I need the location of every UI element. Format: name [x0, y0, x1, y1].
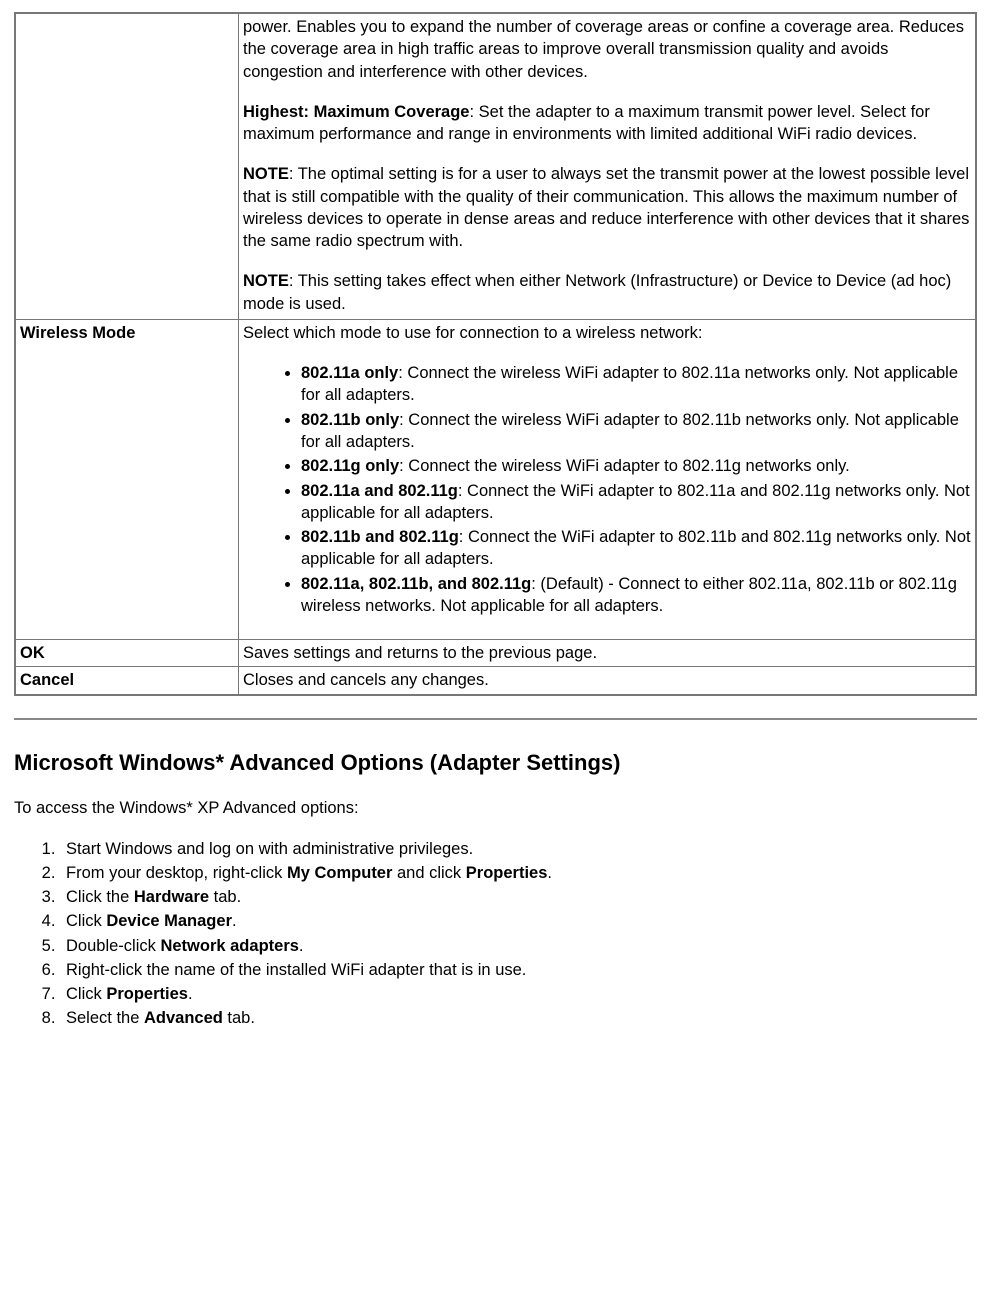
row-label: Cancel: [15, 667, 239, 695]
list-item: 802.11g only: Connect the wireless WiFi …: [301, 455, 971, 477]
list-item: Click the Hardware tab.: [60, 886, 977, 908]
list-item: Click Device Manager.: [60, 910, 977, 932]
list-item: 802.11a, 802.11b, and 802.11g: (Default)…: [301, 573, 971, 618]
list-item: 802.11a only: Connect the wireless WiFi …: [301, 362, 971, 407]
list-item: Start Windows and log on with administra…: [60, 838, 977, 860]
table-row: OK Saves settings and returns to the pre…: [15, 640, 976, 667]
table-row: Wireless Mode Select which mode to use f…: [15, 319, 976, 639]
paragraph: NOTE: This setting takes effect when eit…: [243, 270, 971, 315]
text: Click: [66, 985, 106, 1003]
row-description: Select which mode to use for connection …: [239, 319, 977, 639]
list-item: 802.11b only: Connect the wireless WiFi …: [301, 409, 971, 454]
row-label: OK: [15, 640, 239, 667]
list-item: From your desktop, right-click My Comput…: [60, 862, 977, 884]
text: .: [299, 937, 304, 955]
bold-text: Advanced: [144, 1009, 223, 1027]
text: Click: [66, 912, 106, 930]
list-item: 802.11b and 802.11g: Connect the WiFi ad…: [301, 526, 971, 571]
text: .: [232, 912, 237, 930]
text: and click: [392, 864, 465, 882]
list-item: Double-click Network adapters.: [60, 935, 977, 957]
row-label: [15, 13, 239, 319]
bold-text: NOTE: [243, 272, 289, 290]
divider: [14, 718, 977, 720]
bold-text: Device Manager: [106, 912, 232, 930]
steps-list: Start Windows and log on with administra…: [14, 838, 977, 1030]
text: tab.: [209, 888, 241, 906]
list-item: Right-click the name of the installed Wi…: [60, 959, 977, 981]
list-item: Click Properties.: [60, 983, 977, 1005]
text: : Connect the wireless WiFi adapter to 8…: [399, 457, 850, 475]
text: Right-click the name of the installed Wi…: [66, 961, 526, 979]
row-description: power. Enables you to expand the number …: [239, 13, 977, 319]
row-description: Closes and cancels any changes.: [239, 667, 977, 695]
bold-text: 802.11a, 802.11b, and 802.11g: [301, 575, 531, 593]
bold-text: 802.11b only: [301, 411, 399, 429]
row-description: Saves settings and returns to the previo…: [239, 640, 977, 667]
bold-text: 802.11g only: [301, 457, 399, 475]
text: : This setting takes effect when either …: [243, 272, 951, 312]
bold-text: Highest: Maximum Coverage: [243, 103, 469, 121]
bold-text: Properties: [466, 864, 548, 882]
paragraph: power. Enables you to expand the number …: [243, 16, 971, 83]
settings-table: power. Enables you to expand the number …: [14, 12, 977, 696]
text: .: [188, 985, 193, 1003]
paragraph: NOTE: The optimal setting is for a user …: [243, 163, 971, 252]
section-intro: To access the Windows* XP Advanced optio…: [14, 797, 977, 819]
text: Double-click: [66, 937, 160, 955]
text: Click the: [66, 888, 134, 906]
text: : The optimal setting is for a user to a…: [243, 165, 969, 250]
text: .: [547, 864, 552, 882]
table-row: power. Enables you to expand the number …: [15, 13, 976, 319]
list-item: Select the Advanced tab.: [60, 1007, 977, 1029]
table-row: Cancel Closes and cancels any changes.: [15, 667, 976, 695]
text: : Connect the wireless WiFi adapter to 8…: [301, 364, 958, 404]
bold-text: Properties: [106, 985, 188, 1003]
row-label: Wireless Mode: [15, 319, 239, 639]
mode-list: 802.11a only: Connect the wireless WiFi …: [243, 362, 971, 617]
text: Select the: [66, 1009, 144, 1027]
text: Start Windows and log on with administra…: [66, 840, 473, 858]
bold-text: 802.11b and 802.11g: [301, 528, 459, 546]
paragraph: Highest: Maximum Coverage: Set the adapt…: [243, 101, 971, 146]
text: : Connect the wireless WiFi adapter to 8…: [301, 411, 959, 451]
list-item: 802.11a and 802.11g: Connect the WiFi ad…: [301, 480, 971, 525]
section-heading: Microsoft Windows* Advanced Options (Ada…: [14, 748, 977, 778]
bold-text: 802.11a and 802.11g: [301, 482, 458, 500]
text: Select which mode to use for connection …: [243, 322, 971, 344]
bold-text: 802.11a only: [301, 364, 398, 382]
bold-text: NOTE: [243, 165, 289, 183]
bold-text: My Computer: [287, 864, 392, 882]
bold-text: Network adapters: [160, 937, 298, 955]
bold-text: Hardware: [134, 888, 209, 906]
text: tab.: [223, 1009, 255, 1027]
text: From your desktop, right-click: [66, 864, 287, 882]
